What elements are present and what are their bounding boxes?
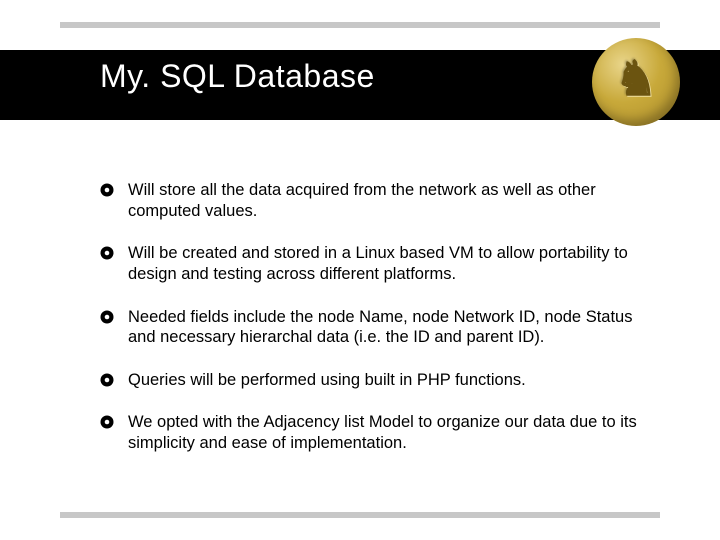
slide-title: My. SQL Database (100, 58, 375, 95)
bullet-icon (100, 246, 114, 260)
bullet-icon (100, 183, 114, 197)
bullet-text: Queries will be performed using built in… (128, 370, 650, 391)
top-divider (60, 22, 660, 28)
bottom-divider (60, 512, 660, 518)
list-item: We opted with the Adjacency list Model t… (100, 412, 650, 453)
content-area: Will store all the data acquired from th… (100, 180, 650, 476)
bullet-icon (100, 310, 114, 324)
logo-circle: ♞ (592, 38, 680, 126)
bullet-text: Will store all the data acquired from th… (128, 180, 650, 221)
list-item: Queries will be performed using built in… (100, 370, 650, 391)
list-item: Will store all the data acquired from th… (100, 180, 650, 221)
pegasus-icon: ♞ (614, 56, 657, 104)
list-item: Needed fields include the node Name, nod… (100, 307, 650, 348)
bullet-text: We opted with the Adjacency list Model t… (128, 412, 650, 453)
logo: ♞ (592, 38, 680, 126)
slide: My. SQL Database ♞ Will store all the da… (0, 0, 720, 540)
list-item: Will be created and stored in a Linux ba… (100, 243, 650, 284)
bullet-icon (100, 373, 114, 387)
bullet-text: Needed fields include the node Name, nod… (128, 307, 650, 348)
bullet-icon (100, 415, 114, 429)
bullet-text: Will be created and stored in a Linux ba… (128, 243, 650, 284)
